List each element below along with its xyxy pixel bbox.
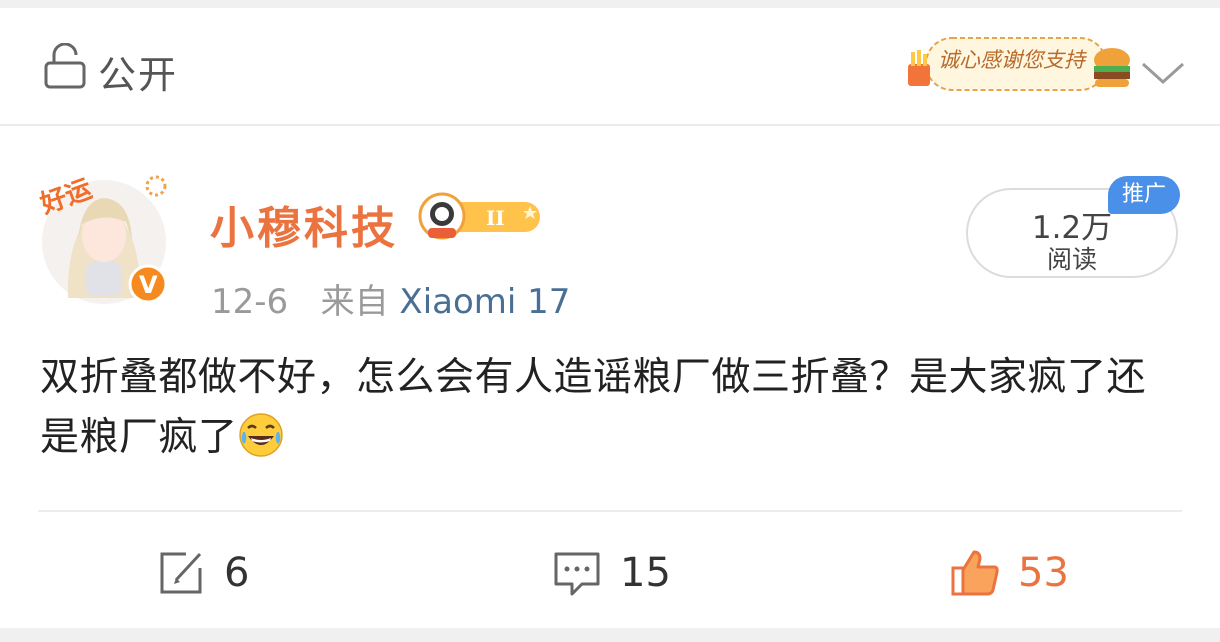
post-text: 双折叠都做不好，怎么会有人造谣粮厂做三折叠？是大家疯了还是粮厂疯了: [40, 355, 1147, 460]
verified-mark: V: [139, 271, 158, 299]
post-header-bar: 公开 诚心感谢您支持: [0, 8, 1220, 124]
header-divider: [0, 124, 1220, 126]
from-label: 来自: [320, 282, 389, 322]
like-count: 53: [1018, 550, 1069, 596]
repost-count: 6: [224, 550, 250, 596]
comment-count: 15: [620, 550, 671, 596]
post-body: 双折叠都做不好，怎么会有人造谣粮厂做三折叠？是大家疯了还是粮厂疯了: [40, 348, 1180, 468]
chevron-down-icon[interactable]: [1140, 58, 1186, 88]
lock-icon: [44, 43, 86, 89]
burger-icon: [1094, 48, 1130, 87]
level-badge-text: II: [486, 206, 505, 230]
post-meta: 12-6 来自 Xiaomi 17: [211, 274, 570, 323]
laughing-crying-emoji-icon: [238, 413, 283, 457]
thumbs-up-icon: [951, 550, 999, 596]
sparkle-icon: [145, 175, 167, 197]
repost-icon: [160, 552, 202, 594]
visibility-label: 公开: [98, 53, 179, 97]
author-name[interactable]: 小穆科技: [210, 192, 398, 256]
comment-icon: [554, 552, 600, 596]
avatar[interactable]: 好运 V: [38, 158, 176, 308]
sticker-text: 诚心感谢您支持: [938, 48, 1085, 72]
member-level-badge[interactable]: II: [414, 190, 546, 242]
post-date: 12-6: [211, 282, 289, 322]
promo-tag[interactable]: 推广: [1108, 176, 1180, 214]
reads-label: 阅读: [1046, 245, 1097, 274]
post-card: 公开 诚心感谢您支持 好运 V 小穆科技 II 12-6 来自 Xiaomi 1…: [0, 8, 1220, 628]
fries-icon: [908, 50, 930, 86]
post-source[interactable]: Xiaomi 17: [399, 282, 570, 322]
actions-divider: [38, 510, 1182, 512]
